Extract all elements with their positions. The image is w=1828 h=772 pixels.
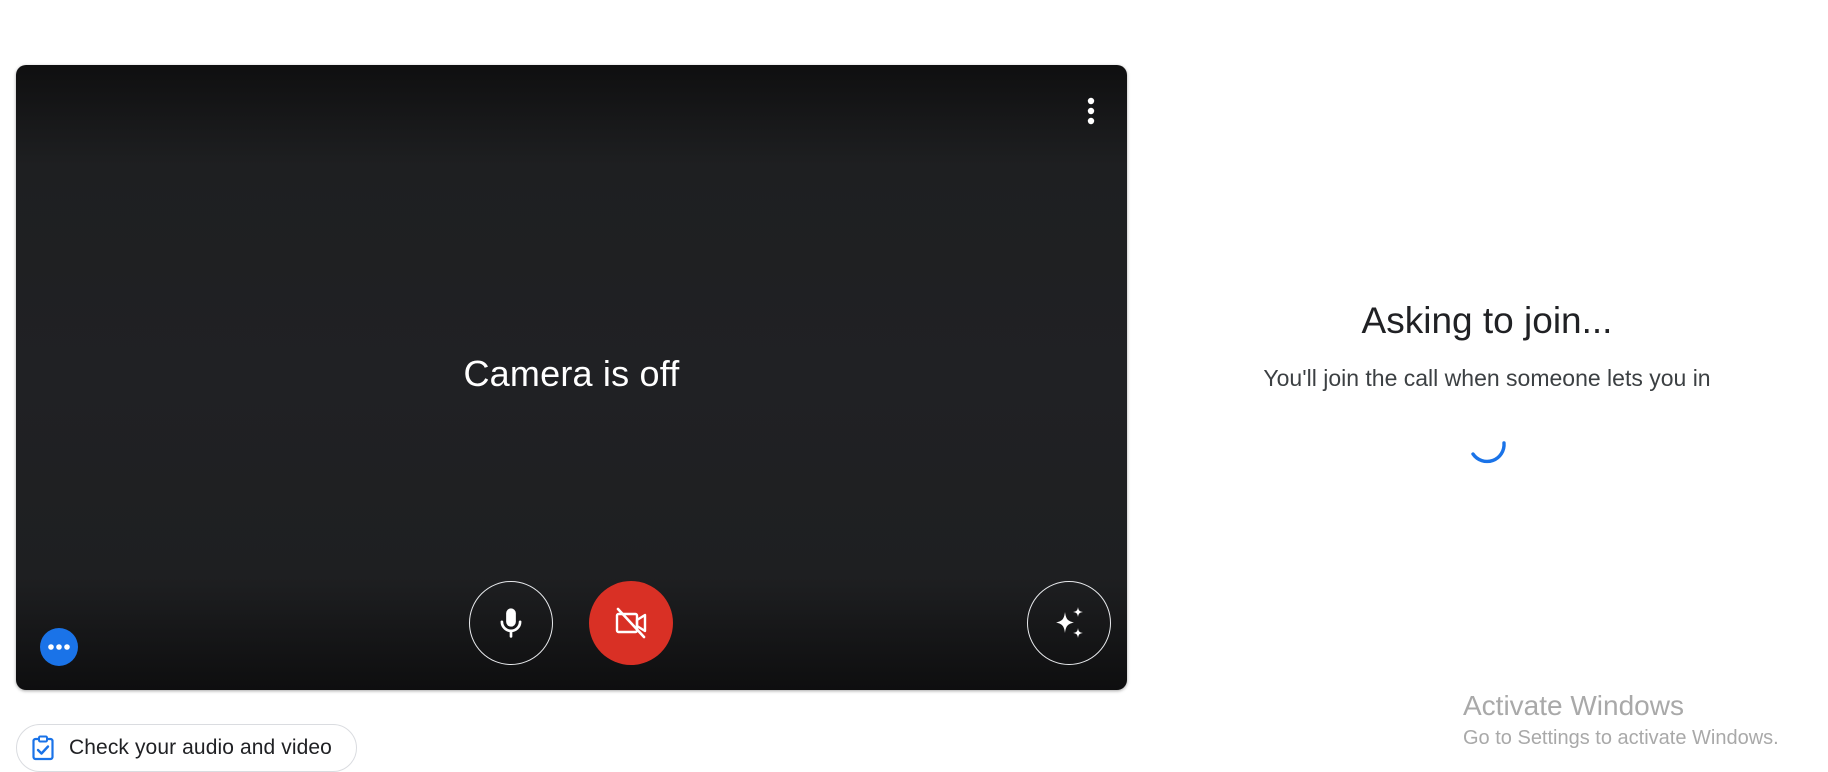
watermark-subtitle: Go to Settings to activate Windows. bbox=[1463, 727, 1779, 749]
watermark-title: Activate Windows bbox=[1463, 690, 1684, 721]
visual-effects-button[interactable] bbox=[1027, 581, 1111, 665]
join-status-subtitle: You'll join the call when someone lets y… bbox=[1263, 365, 1711, 391]
spinner-icon bbox=[1471, 441, 1506, 464]
camera-status-text: Camera is off bbox=[463, 353, 680, 394]
check-audio-video-button[interactable]: Check your audio and video bbox=[16, 724, 357, 772]
camera-toggle-button[interactable] bbox=[589, 581, 673, 665]
join-status-title: Asking to join... bbox=[1361, 300, 1613, 341]
camera-off-icon bbox=[615, 607, 647, 639]
join-status-panel: Asking to join... You'll join the call w… bbox=[1240, 300, 1734, 470]
sparkles-icon bbox=[1056, 607, 1083, 638]
more-horiz-icon bbox=[48, 644, 70, 650]
loading-spinner bbox=[1464, 424, 1510, 470]
video-preview: Camera is off bbox=[16, 65, 1127, 690]
more-vert-icon bbox=[1087, 97, 1095, 125]
more-actions-button[interactable] bbox=[40, 628, 78, 666]
more-options-button[interactable] bbox=[1077, 93, 1105, 129]
microphone-button[interactable] bbox=[469, 581, 553, 665]
microphone-icon bbox=[500, 608, 522, 638]
check-audio-video-label: Check your audio and video bbox=[69, 736, 332, 759]
windows-activation-watermark: Activate Windows Go to Settings to activ… bbox=[1463, 688, 1779, 752]
clipboard-check-icon bbox=[32, 735, 54, 761]
